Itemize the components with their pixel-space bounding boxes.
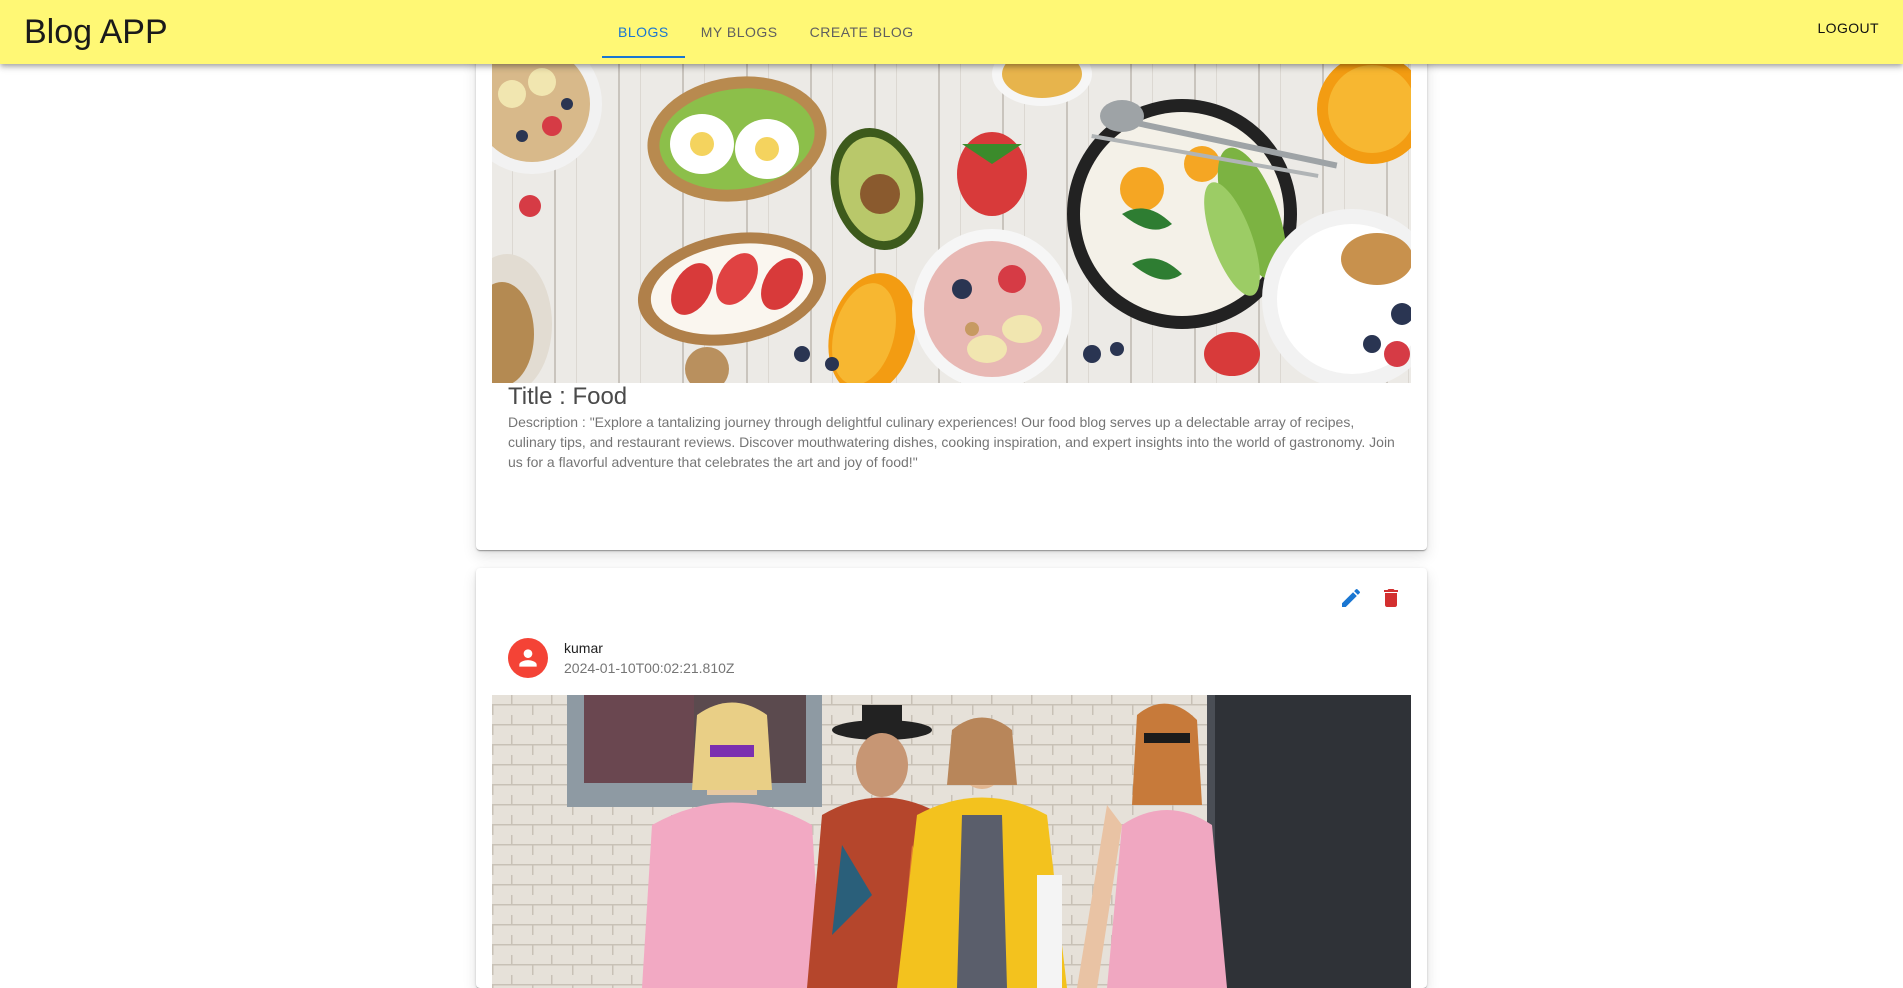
person-icon <box>519 649 537 667</box>
blog-image-fashion <box>492 695 1411 988</box>
blog-image-breakfast <box>492 64 1411 383</box>
blog-card: kumar 2024-01-10T00:02:21.810Z <box>476 568 1427 988</box>
author-name: kumar <box>564 640 603 656</box>
breakfast-photo <box>492 64 1411 383</box>
delete-icon[interactable] <box>1379 586 1403 610</box>
nav-tabs: BLOGS MY BLOGS CREATE BLOG <box>602 0 930 64</box>
edit-icon[interactable] <box>1339 586 1363 610</box>
post-date: 2024-01-10T00:02:21.810Z <box>564 660 735 676</box>
card-actions <box>1339 586 1403 610</box>
blog-description: Description : "Explore a tantalizing jou… <box>508 414 1395 470</box>
fashion-photo <box>492 695 1411 988</box>
logout-button[interactable]: LOGOUT <box>1817 20 1879 36</box>
tab-blogs[interactable]: BLOGS <box>602 0 685 64</box>
tab-my-blogs[interactable]: MY BLOGS <box>685 0 794 64</box>
avatar <box>508 638 548 678</box>
app-bar: Blog APP BLOGS MY BLOGS CREATE BLOG LOGO… <box>0 0 1903 64</box>
tab-create-blog[interactable]: CREATE BLOG <box>794 0 930 64</box>
blog-card: Title : Food Description : "Explore a ta… <box>476 0 1427 550</box>
app-brand: Blog APP <box>24 13 168 51</box>
blog-title: Title : Food <box>508 383 628 410</box>
